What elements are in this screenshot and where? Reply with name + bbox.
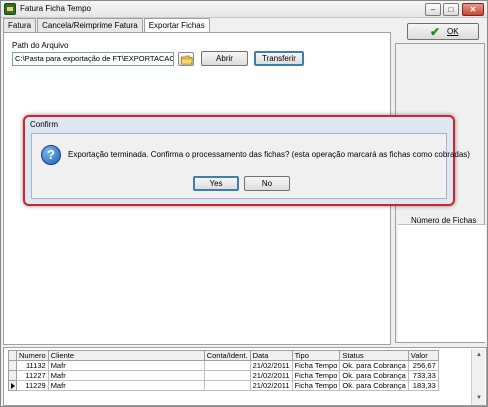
scroll-up-icon[interactable]: ▲: [474, 350, 484, 360]
title-bar[interactable]: Fatura Ficha Tempo – □ ✕: [1, 1, 487, 18]
cell-tipo[interactable]: Ficha Tempo: [291, 380, 341, 391]
cell-conta[interactable]: [203, 380, 251, 391]
cell-numero[interactable]: 11227: [16, 370, 49, 381]
cell-tipo[interactable]: Ficha Tempo: [291, 370, 341, 381]
cell-data[interactable]: 21/02/2011: [249, 380, 293, 391]
maximize-button[interactable]: □: [443, 3, 459, 16]
table-header-row: Numero Cliente Conta/Ident. Data Tipo St…: [8, 350, 439, 361]
cell-status[interactable]: Ok. para Cobrança: [339, 370, 409, 381]
ok-label: OK: [447, 27, 459, 36]
table-row[interactable]: 11227 Mafr 21/02/2011 Ficha Tempo Ok. pa…: [8, 370, 439, 381]
scroll-down-icon[interactable]: ▼: [474, 393, 484, 403]
cell-cliente[interactable]: Mafr: [47, 370, 205, 381]
abrir-button[interactable]: Abrir: [201, 51, 248, 66]
cell-conta[interactable]: [203, 360, 251, 371]
grid-scrollbar[interactable]: ▲ ▼: [471, 349, 485, 405]
row-indicator: [8, 360, 17, 371]
cell-cliente[interactable]: Mafr: [47, 360, 205, 371]
app-icon: [4, 3, 16, 15]
fichas-count-box: [398, 224, 486, 342]
column-header[interactable]: Status: [339, 350, 409, 361]
cell-data[interactable]: 21/02/2011: [249, 360, 293, 371]
cell-numero[interactable]: 11132: [16, 360, 49, 371]
tab-fatura[interactable]: Fatura: [3, 18, 37, 32]
dialog-title: Confirm: [30, 120, 59, 129]
check-icon: ✔: [430, 25, 441, 39]
table-row-current[interactable]: 11229 Mafr 21/02/2011 Ficha Tempo Ok. pa…: [8, 380, 439, 391]
cell-cliente[interactable]: Mafr: [47, 380, 205, 391]
cell-valor[interactable]: 183,33: [407, 380, 439, 391]
fichas-grid: Numero Cliente Conta/Ident. Data Tipo St…: [3, 347, 487, 406]
column-header[interactable]: Numero: [16, 350, 49, 361]
dialog-body: ? Exportação terminada. Confirma o proce…: [31, 133, 470, 199]
folder-icon: [181, 55, 193, 65]
window-title: Fatura Ficha Tempo: [20, 4, 91, 13]
tab-strip: Fatura Cancela/Reimprime Fatura Exportar…: [3, 18, 211, 33]
tab-exportar-fichas[interactable]: Exportar Fichas: [143, 18, 210, 33]
row-indicator-header: [8, 350, 17, 361]
cell-tipo[interactable]: Ficha Tempo: [291, 360, 341, 371]
no-button[interactable]: No: [244, 176, 290, 191]
close-button[interactable]: ✕: [462, 3, 484, 16]
cell-data[interactable]: 21/02/2011: [249, 370, 293, 381]
yes-button[interactable]: Yes: [193, 176, 239, 191]
fichas-count-label: Número de Fichas: [411, 216, 477, 225]
tab-cancela-reimprime[interactable]: Cancela/Reimprime Fatura: [37, 18, 143, 32]
question-icon: ?: [41, 145, 61, 165]
cell-status[interactable]: Ok. para Cobrança: [339, 380, 409, 391]
browse-folder-button[interactable]: [178, 52, 194, 66]
path-label: Path do Arquivo: [12, 41, 69, 50]
cell-conta[interactable]: [203, 370, 251, 381]
column-header[interactable]: Tipo: [291, 350, 341, 361]
cell-numero[interactable]: 11229: [16, 380, 49, 391]
fichas-table: Numero Cliente Conta/Ident. Data Tipo St…: [8, 350, 439, 391]
cell-status[interactable]: Ok. para Cobrança: [339, 360, 409, 371]
confirm-dialog: Confirm ? Exportação terminada. Confirma…: [23, 115, 470, 206]
transferir-button[interactable]: Transferir: [254, 51, 304, 66]
cell-valor[interactable]: 733,33: [407, 370, 439, 381]
ok-button[interactable]: ✔ OK: [407, 23, 479, 40]
table-row[interactable]: 11132 Mafr 21/02/2011 Ficha Tempo Ok. pa…: [8, 360, 439, 371]
dialog-message: Exportação terminada. Confirma o process…: [68, 150, 470, 159]
row-indicator: [8, 370, 17, 381]
column-header[interactable]: Conta/Ident.: [203, 350, 251, 361]
cell-valor[interactable]: 256,67: [407, 360, 439, 371]
column-header[interactable]: Data: [249, 350, 293, 361]
current-row-pointer-icon: [8, 380, 17, 391]
path-input[interactable]: C:\Pasta para exportação de FT\EXPORTACA…: [12, 52, 174, 66]
column-header[interactable]: Valor: [407, 350, 439, 361]
minimize-button[interactable]: –: [425, 3, 441, 16]
app-window: Fatura Ficha Tempo – □ ✕ Fatura Cancela/…: [0, 0, 488, 407]
column-header[interactable]: Cliente: [47, 350, 205, 361]
